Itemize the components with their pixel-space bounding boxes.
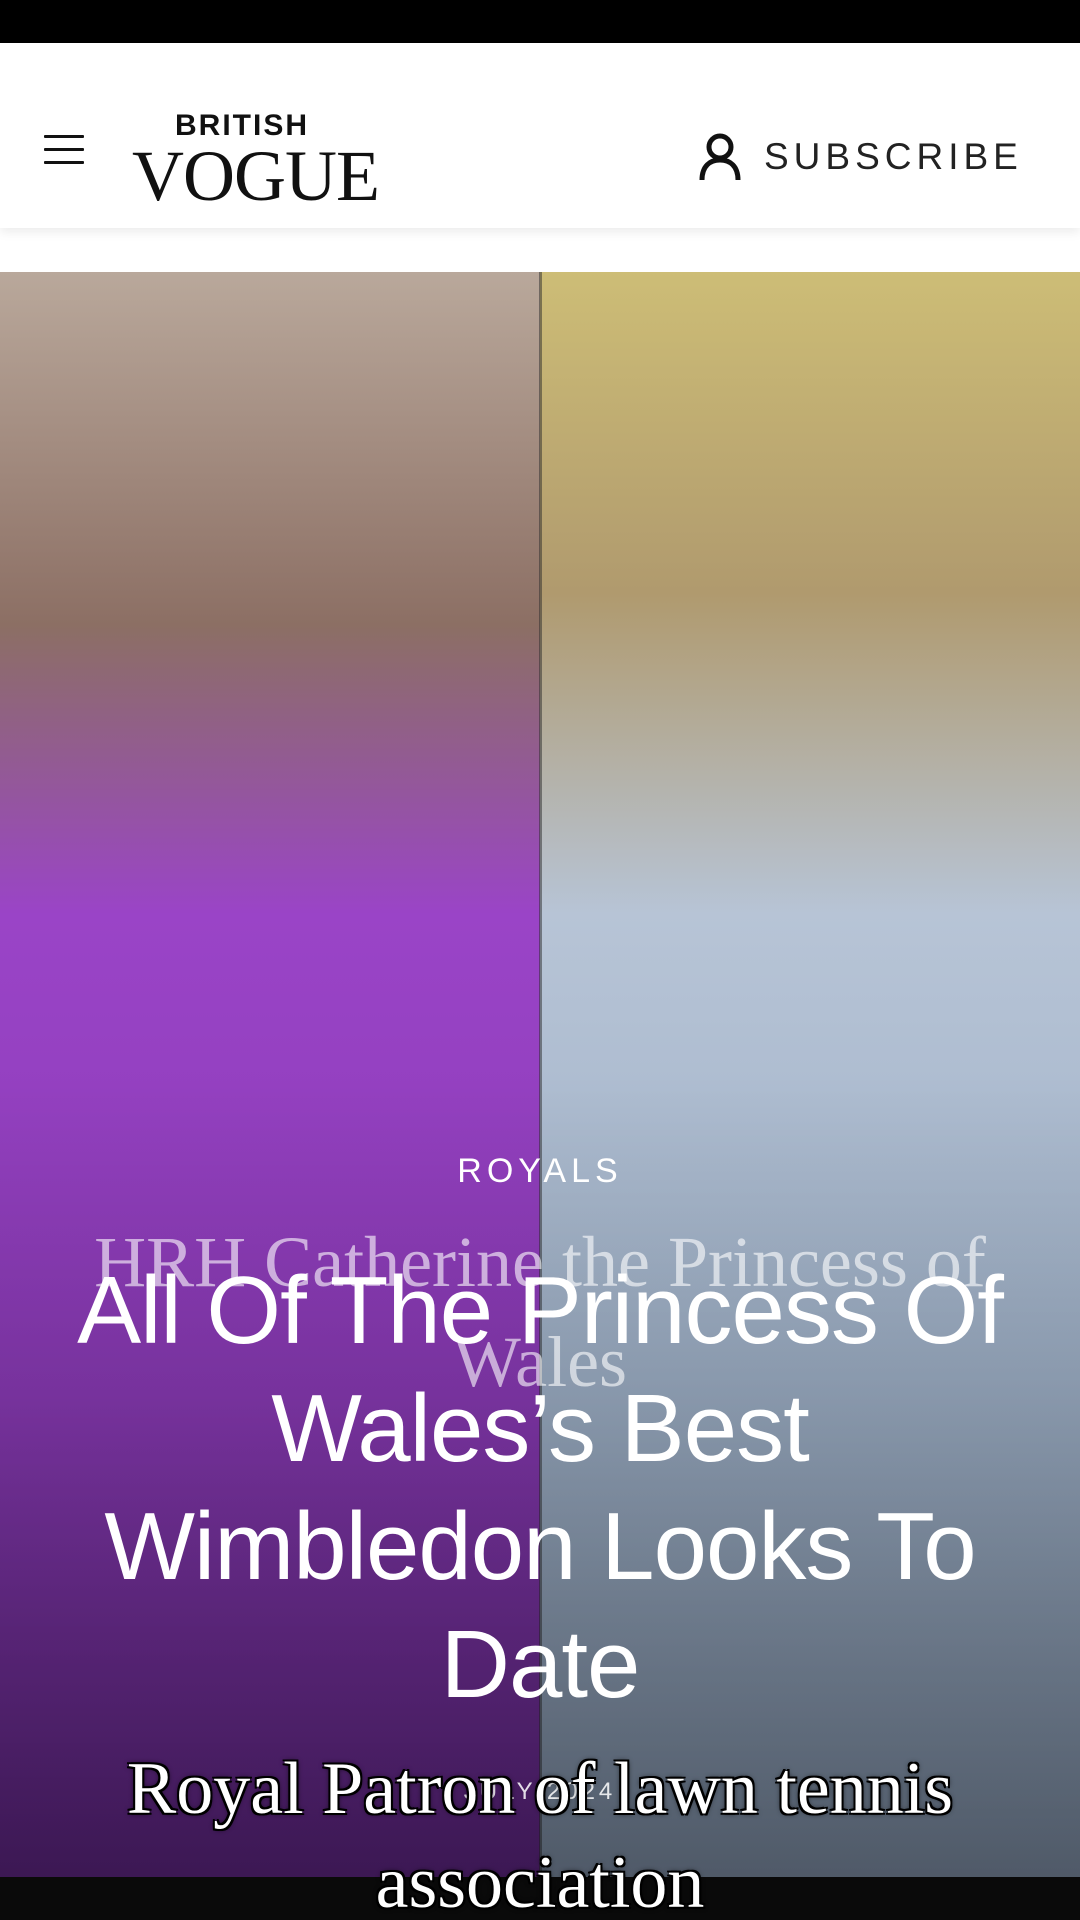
subscribe-label: SUBSCRIBE: [764, 136, 1023, 177]
article-category[interactable]: ROYALS: [0, 1152, 1080, 1191]
subscribe-button[interactable]: SUBSCRIBE: [698, 125, 1023, 189]
hamburger-menu-icon[interactable]: [44, 133, 86, 167]
user-icon: [699, 133, 741, 181]
video-caption-bottom: Royal Patron of lawn tennis association: [126, 1748, 954, 1920]
hero-article-card[interactable]: HRH Catherine the Princess of Wales ROYA…: [0, 272, 1080, 1920]
british-vogue-logo[interactable]: BRITISH VOGUE: [132, 103, 380, 216]
site-header: BRITISH VOGUE SUBSCRIBE: [0, 43, 1080, 228]
status-bar: [0, 0, 1080, 43]
article-headline[interactable]: All Of The Princess Of Wales’s Best Wimb…: [70, 1252, 1010, 1724]
logo-vogue-text: VOGUE: [132, 136, 380, 216]
